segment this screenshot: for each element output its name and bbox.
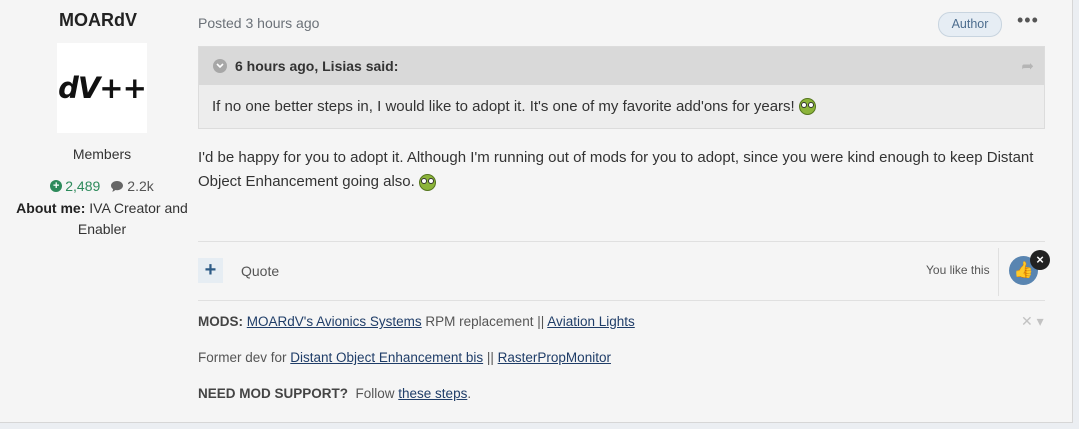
sig-text: . <box>467 386 472 401</box>
sig-text: || <box>483 350 498 365</box>
divider <box>998 248 999 296</box>
quote-header[interactable]: 6 hours ago, Lisias said: <box>199 47 1044 85</box>
sig-link-avionics[interactable]: MOARdV's Avionics Systems <box>247 314 422 329</box>
quote-text: If no one better steps in, I would like … <box>212 98 795 115</box>
sig-link-rasterpropmonitor[interactable]: RasterPropMonitor <box>498 350 611 365</box>
chevron-down-icon[interactable] <box>213 59 227 73</box>
about-me: About me: IVA Creator and Enabler <box>14 198 190 240</box>
share-arrow-icon[interactable]: ➦ <box>1021 57 1034 75</box>
comment-icon <box>111 180 124 192</box>
author-badge: Author <box>938 12 1002 37</box>
author-stats: + 2,489 2.2k <box>0 178 204 194</box>
sig-text: Former dev for <box>198 350 291 365</box>
sig-text: RPM replacement || <box>421 314 548 329</box>
sig-mods-label: MODS: <box>198 314 243 329</box>
multiquote-button[interactable]: + <box>198 258 223 283</box>
sig-link-aviation-lights[interactable]: Aviation Lights <box>547 314 635 329</box>
reputation: + 2,489 <box>50 178 100 194</box>
quote-citation: 6 hours ago, Lisias said: <box>235 58 399 74</box>
divider <box>198 300 1045 301</box>
avatar[interactable]: dV++ <box>57 43 147 133</box>
about-value: IVA Creator and Enabler <box>77 200 188 237</box>
post-count: 2.2k <box>110 178 154 194</box>
signature-mods: MODS: MOARdV's Avionics Systems RPM repl… <box>198 314 635 329</box>
post-text: I'd be happy for you to adopt it. Althou… <box>198 149 1034 190</box>
sig-text: Follow <box>348 386 399 401</box>
quote-block: 6 hours ago, Lisias said: ➦ If no one be… <box>198 46 1045 129</box>
reputation-value: 2,489 <box>65 178 101 194</box>
plus-circle-icon: + <box>50 180 63 192</box>
signature-support: NEED MOD SUPPORT? Follow these steps. <box>198 386 471 401</box>
sig-link-distant-object[interactable]: Distant Object Enhancement bis <box>290 350 483 365</box>
about-label: About me: <box>16 200 86 216</box>
signature-hide-toggle[interactable]: ✕ ▾ <box>1021 313 1044 330</box>
divider <box>198 241 1045 242</box>
sig-support-label: NEED MOD SUPPORT? <box>198 386 349 401</box>
remove-reaction-button[interactable]: × <box>1030 250 1050 270</box>
signature-former: Former dev for Distant Object Enhancemen… <box>198 350 611 365</box>
emoji-icon <box>418 173 436 191</box>
post-date[interactable]: Posted 3 hours ago <box>198 15 319 31</box>
more-options-icon[interactable]: ••• <box>1017 10 1039 31</box>
emoji-icon <box>798 98 816 115</box>
forum-post: MOARdV dV++ Members + 2,489 2.2k About m… <box>0 0 1073 423</box>
post-content: I'd be happy for you to adopt it. Althou… <box>198 146 1038 194</box>
quote-button[interactable]: Quote <box>241 263 279 279</box>
member-group: Members <box>72 146 132 162</box>
sig-link-these-steps[interactable]: these steps <box>398 386 467 401</box>
quote-body: If no one better steps in, I would like … <box>199 85 1044 115</box>
post-count-value: 2.2k <box>127 178 154 194</box>
reaction-summary[interactable]: You like this <box>926 263 990 277</box>
author-name[interactable]: MOARdV <box>0 10 196 31</box>
